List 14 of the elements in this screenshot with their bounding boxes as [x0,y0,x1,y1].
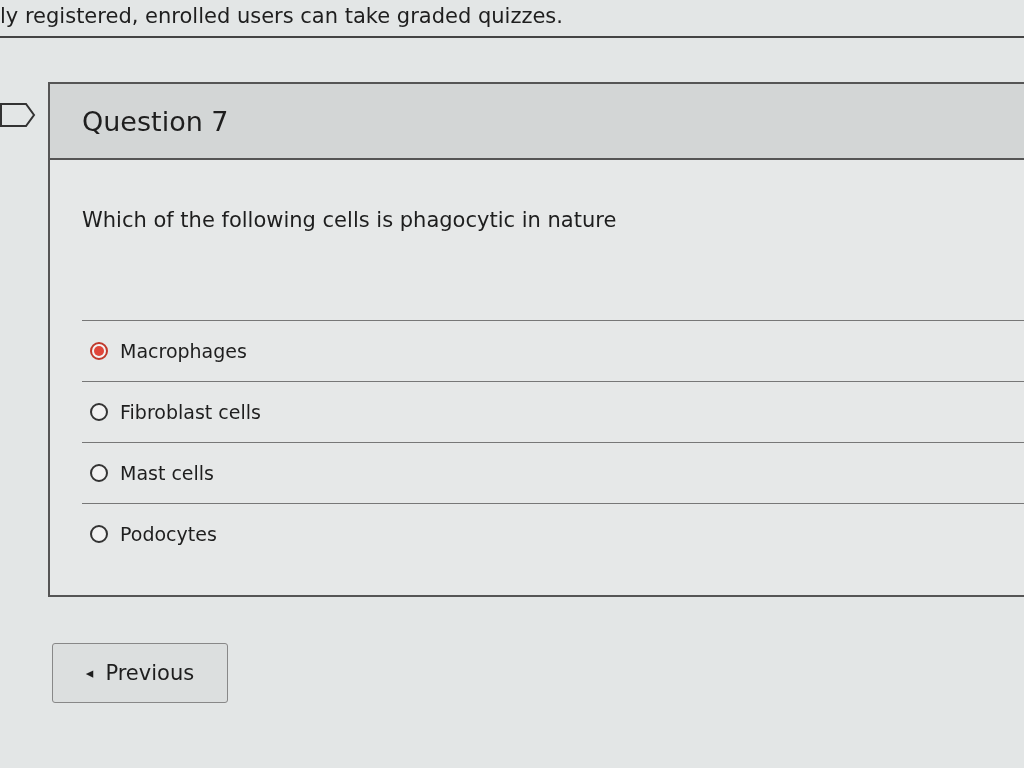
radio-button[interactable] [90,342,108,360]
radio-button[interactable] [90,403,108,421]
flag-icon[interactable] [0,102,36,128]
question-prompt: Which of the following cells is phagocytic in nature [81,207,617,234]
answer-option[interactable]: Mast cells [82,443,1024,504]
answer-option[interactable]: Macrophages [82,321,1024,382]
notice-text: ly registered, enrolled users can take graded quizzes. [0,4,563,28]
answer-option[interactable]: Podocytes [82,504,1024,564]
answer-option[interactable]: Fibroblast cells [82,382,1024,443]
previous-button[interactable]: ◂ Previous [52,643,228,703]
radio-button[interactable] [90,525,108,543]
question-title: Question 7 [82,105,229,137]
radio-button[interactable] [90,464,108,482]
caret-icon: ◂ [85,664,94,682]
